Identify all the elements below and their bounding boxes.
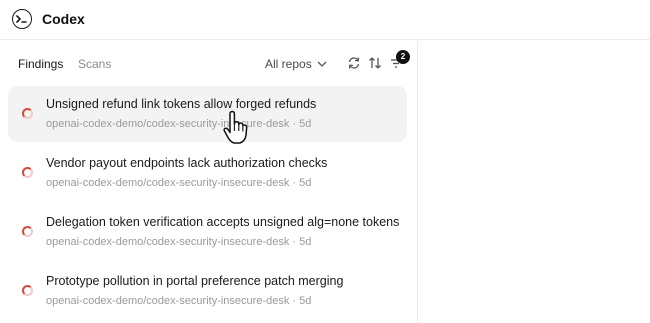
finding-meta: openai-codex-demo/codex-security-insecur… <box>46 295 311 307</box>
filter-count-badge: 2 <box>396 50 410 64</box>
findings-panel: Findings Scans All repos 2 Unsigned refu… <box>0 41 418 323</box>
finding-meta: openai-codex-demo/codex-security-insecur… <box>46 118 311 130</box>
finding-repo: openai-codex-demo/codex-security-insecur… <box>46 177 290 189</box>
status-spinner-icon <box>22 285 33 296</box>
finding-title: Unsigned refund link tokens allow forged… <box>46 97 317 111</box>
repo-filter-dropdown[interactable]: All repos <box>265 57 327 71</box>
finding-repo: openai-codex-demo/codex-security-insecur… <box>46 295 290 307</box>
finding-meta: openai-codex-demo/codex-security-insecur… <box>46 177 311 189</box>
finding-age: 5d <box>299 118 312 130</box>
meta-separator: · <box>292 118 297 130</box>
tab-scans[interactable]: Scans <box>78 57 111 71</box>
terminal-icon <box>12 9 32 29</box>
status-spinner-icon <box>22 167 33 178</box>
finding-age: 5d <box>299 295 312 307</box>
refresh-icon[interactable] <box>346 55 362 71</box>
finding-title: Prototype pollution in portal preference… <box>46 274 344 288</box>
finding-item[interactable]: Vendor payout endpoints lack authorizati… <box>8 145 407 201</box>
finding-age: 5d <box>299 236 312 248</box>
finding-title: Delegation token verification accepts un… <box>46 215 400 229</box>
finding-item[interactable]: Delegation token verification accepts un… <box>8 204 407 260</box>
finding-item[interactable]: Unsigned refund link tokens allow forged… <box>8 86 407 142</box>
repo-filter-label: All repos <box>265 57 312 71</box>
finding-meta: openai-codex-demo/codex-security-insecur… <box>46 236 311 248</box>
status-spinner-icon <box>22 226 33 237</box>
meta-separator: · <box>292 295 297 307</box>
finding-repo: openai-codex-demo/codex-security-insecur… <box>46 118 290 130</box>
finding-item[interactable]: Prototype pollution in portal preference… <box>8 263 407 319</box>
chevron-down-icon <box>317 61 327 67</box>
meta-separator: · <box>292 177 297 189</box>
finding-age: 5d <box>299 177 312 189</box>
app-header: Codex <box>0 0 650 40</box>
finding-title: Vendor payout endpoints lack authorizati… <box>46 156 328 170</box>
tab-findings[interactable]: Findings <box>18 57 63 71</box>
finding-repo: openai-codex-demo/codex-security-insecur… <box>46 236 290 248</box>
app-title: Codex <box>42 11 85 27</box>
sort-icon[interactable] <box>367 55 383 71</box>
meta-separator: · <box>292 236 297 248</box>
hand-pointer-cursor-icon <box>222 110 250 146</box>
status-spinner-icon <box>22 108 33 119</box>
